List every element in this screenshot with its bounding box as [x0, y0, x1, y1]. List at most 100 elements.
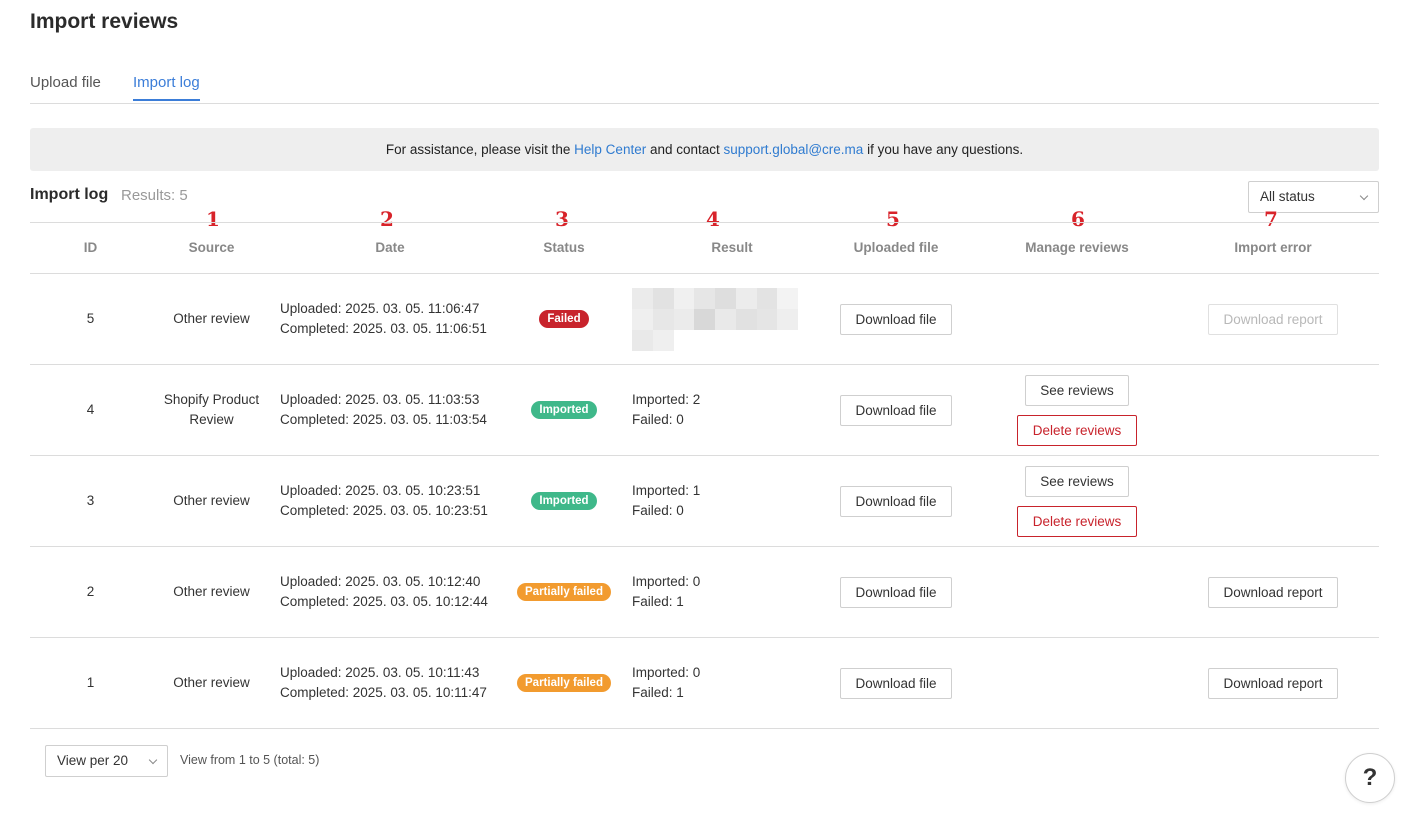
row-source: Other review	[173, 584, 250, 599]
status-filter-value: All status	[1260, 189, 1315, 204]
download-file-button[interactable]: Download file	[840, 485, 952, 517]
see-reviews-button[interactable]: See reviews	[1025, 374, 1129, 406]
notice-middle: and contact	[646, 142, 724, 157]
failed-count: Failed: 1	[632, 594, 684, 609]
status-badge: Failed	[539, 310, 589, 328]
chevron-down-icon	[148, 755, 158, 765]
column-header-source: Source	[188, 240, 235, 255]
column-header-id: ID	[83, 240, 98, 255]
per-page-value: View per 20	[57, 753, 129, 768]
uploaded-time: Uploaded: 2025. 03. 05. 10:11:43	[280, 665, 480, 680]
notice-prefix: For assistance, please visit the	[385, 142, 575, 157]
download-file-button[interactable]: Download file	[840, 576, 952, 608]
tab-upload-file[interactable]: Upload file	[30, 74, 101, 99]
uploaded-time: Uploaded: 2025. 03. 05. 10:23:51	[280, 483, 481, 498]
row-status: Partially failed	[500, 547, 628, 637]
row-status: Imported	[500, 456, 628, 546]
table-row: 1 Other review Uploaded: 2025. 03. 05. 1…	[30, 638, 1379, 729]
row-source: Shopify Product Review	[163, 392, 260, 427]
row-date: Uploaded: 2025. 03. 05. 11:06:47 Complet…	[280, 274, 500, 364]
table-row: 4 Shopify Product Review Uploaded: 2025.…	[30, 365, 1379, 456]
question-mark-icon: ?	[1362, 764, 1378, 791]
row-uploaded-file: Download file	[820, 274, 972, 364]
failed-count: Failed: 0	[632, 412, 684, 427]
column-header-date: Date	[375, 240, 405, 255]
results-count: Results: 5	[121, 187, 188, 204]
uploaded-time: Uploaded: 2025. 03. 05. 11:03:53	[280, 392, 480, 407]
row-source: Other review	[173, 311, 250, 326]
row-status: Imported	[500, 365, 628, 455]
column-header-import-error: Import error	[1234, 240, 1312, 255]
row-status: Partially failed	[500, 638, 628, 728]
row-date: Uploaded: 2025. 03. 05. 11:03:53 Complet…	[280, 365, 500, 455]
row-id: 3	[86, 493, 95, 508]
tab-import-log[interactable]: Import log	[133, 74, 200, 101]
notice-suffix: if you have any questions.	[863, 142, 1024, 157]
per-page-select[interactable]: View per 20	[45, 745, 168, 777]
row-id: 5	[86, 311, 95, 326]
row-date: Uploaded: 2025. 03. 05. 10:11:43 Complet…	[280, 638, 500, 728]
download-report-button[interactable]: Download report	[1208, 667, 1338, 699]
row-id: 1	[86, 675, 95, 690]
row-import-error: Download report	[1183, 638, 1363, 728]
log-heading: Import log	[30, 186, 109, 203]
imported-count: Imported: 2	[632, 392, 701, 407]
table-row: 2 Other review Uploaded: 2025. 03. 05. 1…	[30, 547, 1379, 638]
support-email-link[interactable]: support.global@cre.ma	[724, 142, 864, 157]
column-header-uploaded-file: Uploaded file	[853, 240, 939, 255]
imported-count: Imported: 0	[632, 574, 701, 589]
see-reviews-button[interactable]: See reviews	[1025, 465, 1129, 497]
column-header-status: Status	[543, 240, 585, 255]
row-id: 2	[86, 584, 95, 599]
download-file-button[interactable]: Download file	[840, 667, 952, 699]
status-badge: Imported	[531, 401, 597, 419]
table-header: ID Source Date Status Result Uploaded fi…	[30, 222, 1379, 274]
status-badge: Imported	[531, 492, 597, 510]
row-date: Uploaded: 2025. 03. 05. 10:12:40 Complet…	[280, 547, 500, 637]
completed-time: Completed: 2025. 03. 05. 11:06:51	[280, 321, 487, 336]
chevron-down-icon	[1359, 191, 1369, 201]
download-file-button[interactable]: Download file	[840, 394, 952, 426]
completed-time: Completed: 2025. 03. 05. 10:23:51	[280, 503, 488, 518]
uploaded-time: Uploaded: 2025. 03. 05. 10:12:40	[280, 574, 481, 589]
row-source: Other review	[173, 493, 250, 508]
download-report-button[interactable]: Download report	[1208, 576, 1338, 608]
row-import-error: Download report	[1183, 547, 1363, 637]
row-date: Uploaded: 2025. 03. 05. 10:23:51 Complet…	[280, 456, 500, 546]
uploaded-time: Uploaded: 2025. 03. 05. 11:06:47	[280, 301, 480, 316]
row-manage-reviews: See reviews Delete reviews	[992, 456, 1162, 546]
row-manage-reviews: See reviews Delete reviews	[992, 365, 1162, 455]
completed-time: Completed: 2025. 03. 05. 10:11:47	[280, 685, 487, 700]
row-id: 4	[86, 402, 95, 417]
status-badge: Partially failed	[517, 583, 611, 601]
help-center-link[interactable]: Help Center	[574, 142, 646, 157]
status-badge: Partially failed	[517, 674, 611, 692]
row-result: Imported: 0 Failed: 1	[632, 547, 832, 637]
delete-reviews-button[interactable]: Delete reviews	[1017, 414, 1137, 446]
page-title: Import reviews	[30, 10, 179, 33]
row-import-error: Download report	[1183, 274, 1363, 364]
imported-count: Imported: 1	[632, 483, 701, 498]
download-file-button[interactable]: Download file	[840, 303, 952, 335]
column-header-result: Result	[711, 240, 753, 255]
tab-bar: Upload file Import log	[30, 74, 1379, 104]
failed-count: Failed: 1	[632, 685, 684, 700]
row-result: Imported: 2 Failed: 0	[632, 365, 832, 455]
assistance-notice: For assistance, please visit the Help Ce…	[30, 128, 1379, 171]
row-uploaded-file: Download file	[820, 547, 972, 637]
pagination-info: View from 1 to 5 (total: 5)	[180, 753, 320, 767]
row-uploaded-file: Download file	[820, 365, 972, 455]
table-row: 5 Other review Uploaded: 2025. 03. 05. 1…	[30, 274, 1379, 365]
completed-time: Completed: 2025. 03. 05. 11:03:54	[280, 412, 487, 427]
download-report-button[interactable]: Download report	[1208, 303, 1338, 335]
row-uploaded-file: Download file	[820, 456, 972, 546]
imported-count: Imported: 0	[632, 665, 701, 680]
row-result: Imported: 1 Failed: 0	[632, 456, 832, 546]
import-log-table: ID Source Date Status Result Uploaded fi…	[30, 222, 1379, 729]
column-header-manage-reviews: Manage reviews	[1025, 240, 1129, 255]
row-status: Failed	[500, 274, 628, 364]
delete-reviews-button[interactable]: Delete reviews	[1017, 505, 1137, 537]
help-button[interactable]: ?	[1345, 753, 1395, 803]
blurred-result-image	[632, 287, 798, 351]
table-row: 3 Other review Uploaded: 2025. 03. 05. 1…	[30, 456, 1379, 547]
